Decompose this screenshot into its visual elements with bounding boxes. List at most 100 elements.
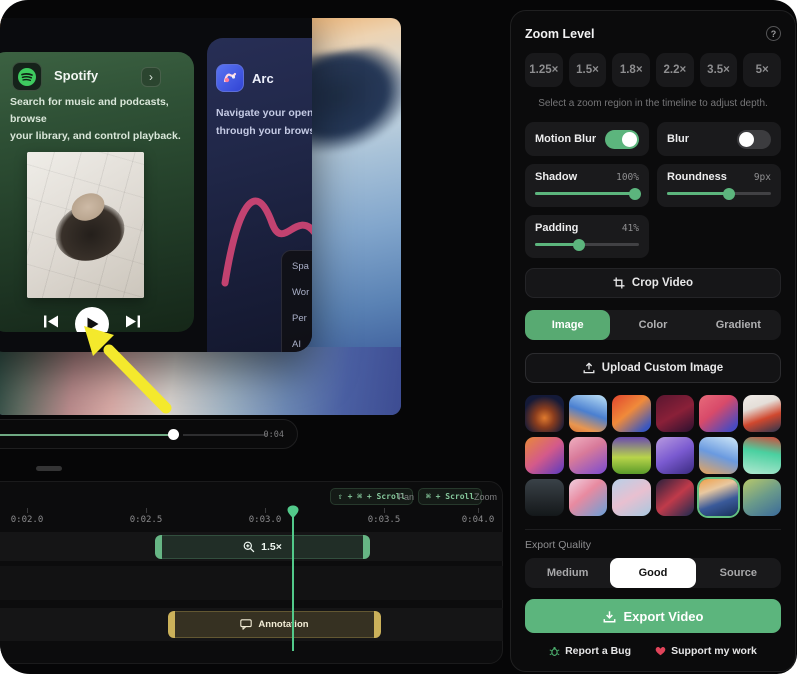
zoom-preset-button[interactable]: 1.5× xyxy=(569,53,607,87)
report-bug-link[interactable]: Report a Bug xyxy=(549,645,631,657)
wallpaper-thumbnail[interactable] xyxy=(743,437,782,474)
ruler-tick xyxy=(27,508,28,513)
zoom-presets: 1.25× 1.5× 1.8× 2.2× 3.5× 5× xyxy=(525,53,781,87)
ruler-tick xyxy=(384,508,385,513)
wallpaper-thumbnail[interactable] xyxy=(569,395,608,432)
blur-toggle[interactable] xyxy=(737,130,771,149)
wallpaper-thumbnail[interactable] xyxy=(569,437,608,474)
support-link[interactable]: Support my work xyxy=(655,645,757,657)
segment-left-handle[interactable] xyxy=(155,535,162,559)
zoom-preset-button[interactable]: 5× xyxy=(743,53,781,87)
roundness-slider-card: Roundness 9px xyxy=(657,164,781,207)
wallpaper-thumbnail[interactable] xyxy=(569,479,608,516)
menu-item[interactable]: Per xyxy=(292,313,312,339)
shadow-slider[interactable] xyxy=(535,192,639,195)
shadow-value: 100% xyxy=(616,172,639,183)
wallpaper-thumbnail[interactable] xyxy=(525,395,564,432)
blur-label: Blur xyxy=(667,133,689,145)
wallpaper-thumbnail[interactable] xyxy=(656,395,695,432)
wallpaper-thumbnail-selected[interactable] xyxy=(699,479,738,516)
wallpaper-thumbnail[interactable] xyxy=(612,437,651,474)
arrow-annotation[interactable] xyxy=(64,318,179,415)
padding-value: 41% xyxy=(622,223,639,234)
video-preview[interactable]: Spotify › Search for music and podcasts,… xyxy=(0,18,401,415)
wallpaper-thumbnail[interactable] xyxy=(656,437,695,474)
roundness-label: Roundness xyxy=(667,171,727,183)
playback-progress-bar[interactable]: 0:04 xyxy=(0,419,298,449)
crop-icon xyxy=(613,277,625,289)
annotation-segment[interactable]: Annotation xyxy=(168,611,381,638)
panel-resize-handle[interactable] xyxy=(36,466,62,471)
settings-panel: Zoom Level ? 1.25× 1.5× 1.8× 2.2× 3.5× 5… xyxy=(510,10,796,672)
wallpaper-thumbnail[interactable] xyxy=(525,437,564,474)
arc-icon xyxy=(216,64,244,92)
clip-track[interactable] xyxy=(0,566,503,600)
menu-item[interactable]: Wor xyxy=(292,287,312,313)
arc-description: Navigate your open tab through your brow… xyxy=(216,104,312,140)
export-quality-segmented: Medium Good Source xyxy=(525,558,781,588)
previous-track-button[interactable] xyxy=(44,315,61,332)
roundness-slider[interactable] xyxy=(667,192,771,195)
crop-video-button[interactable]: Crop Video xyxy=(525,268,781,298)
arc-context-menu: Spa Wor Per AI xyxy=(281,250,312,352)
zoom-preset-button[interactable]: 2.2× xyxy=(656,53,694,87)
menu-item[interactable]: AI xyxy=(292,339,312,352)
tab-color[interactable]: Color xyxy=(610,310,695,340)
pan-label: Pan xyxy=(398,492,414,502)
zoom-preset-button[interactable]: 1.8× xyxy=(612,53,650,87)
segment-left-handle[interactable] xyxy=(168,611,175,638)
download-icon xyxy=(603,610,616,623)
zoom-label: Zoom xyxy=(474,492,497,502)
wallpaper-thumbnail[interactable] xyxy=(699,437,738,474)
wallpaper-thumbnail[interactable] xyxy=(699,395,738,432)
zoom-in-icon xyxy=(243,541,255,553)
wallpaper-thumbnail[interactable] xyxy=(525,479,564,516)
ruler-tick xyxy=(265,508,266,513)
zoom-level-title: Zoom Level xyxy=(525,27,594,41)
help-icon[interactable]: ? xyxy=(766,26,781,41)
padding-slider[interactable] xyxy=(535,243,639,246)
wallpaper-bottom-strip xyxy=(0,347,401,415)
background-type-tabs: Image Color Gradient xyxy=(525,310,781,340)
wallpaper-thumbnail[interactable] xyxy=(612,479,651,516)
upload-custom-image-button[interactable]: Upload Custom Image xyxy=(525,353,781,383)
spotify-open-button[interactable]: › xyxy=(141,67,161,87)
quality-source[interactable]: Source xyxy=(696,558,781,588)
zoom-shortcut-badge: ⌘ + Scroll xyxy=(418,488,482,505)
wallpaper-grid xyxy=(525,395,781,516)
ruler-label: 0:03.5 xyxy=(368,515,401,525)
wallpaper-thumbnail[interactable] xyxy=(743,479,782,516)
padding-label: Padding xyxy=(535,222,578,234)
shadow-label: Shadow xyxy=(535,171,577,183)
playhead-handle[interactable] xyxy=(287,505,299,519)
slider-thumb[interactable] xyxy=(629,188,641,200)
export-video-button[interactable]: Export Video xyxy=(525,599,781,633)
motion-blur-label: Motion Blur xyxy=(535,133,596,145)
wallpaper-thumbnail[interactable] xyxy=(743,395,782,432)
menu-item[interactable]: Spa xyxy=(292,261,312,287)
ruler-label: 0:03.0 xyxy=(249,515,282,525)
tab-image[interactable]: Image xyxy=(525,310,610,340)
recorded-screen-window: Spotify › Search for music and podcasts,… xyxy=(0,18,312,352)
progress-remaining xyxy=(183,434,267,436)
wallpaper-thumbnail[interactable] xyxy=(656,479,695,516)
wallpaper-thumbnail[interactable] xyxy=(612,395,651,432)
playhead-line[interactable] xyxy=(292,508,294,651)
zoom-preset-button[interactable]: 3.5× xyxy=(700,53,738,87)
bug-icon xyxy=(549,646,560,657)
album-art xyxy=(27,152,144,298)
zoom-preset-button[interactable]: 1.25× xyxy=(525,53,563,87)
zoom-segment[interactable]: 1.5× xyxy=(155,535,370,559)
slider-thumb[interactable] xyxy=(573,239,585,251)
tab-gradient[interactable]: Gradient xyxy=(696,310,781,340)
motion-blur-toggle[interactable] xyxy=(605,130,639,149)
slider-thumb[interactable] xyxy=(723,188,735,200)
segment-right-handle[interactable] xyxy=(374,611,381,638)
segment-right-handle[interactable] xyxy=(363,535,370,559)
upload-icon xyxy=(583,362,595,374)
progress-thumb[interactable] xyxy=(168,429,179,440)
blur-card: Blur xyxy=(657,122,781,156)
quality-medium[interactable]: Medium xyxy=(525,558,610,588)
spotify-icon xyxy=(12,62,42,91)
quality-good[interactable]: Good xyxy=(610,558,695,588)
